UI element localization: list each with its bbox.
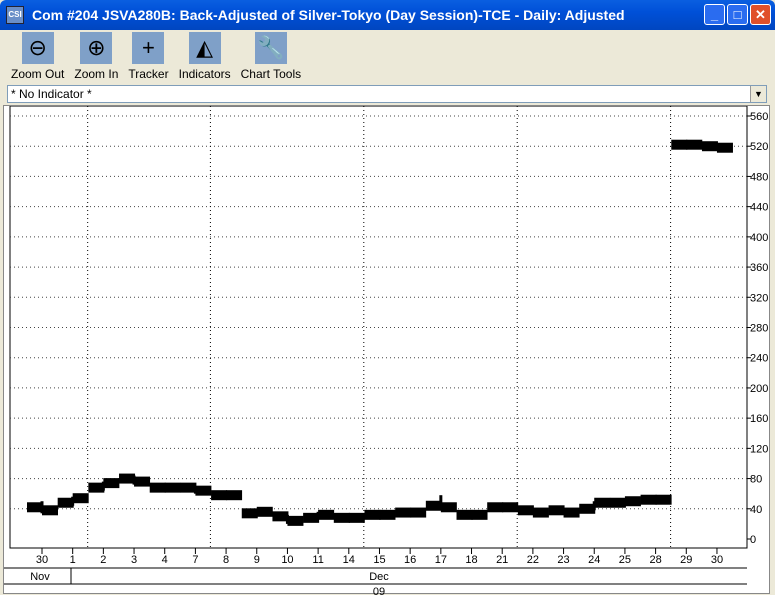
price-bar-close (532, 507, 549, 518)
price-bar-close (471, 509, 488, 520)
x-tick-label: 7 (192, 554, 198, 566)
x-tick-label: 8 (223, 554, 229, 566)
price-chart[interactable]: 0 40 80 120 160 200 240 280 320 360 400 440 480 520 56… (3, 105, 770, 595)
x-tick-label: 17 (435, 554, 447, 566)
price-bar-close (72, 493, 89, 504)
y-tick-label: 40 (750, 504, 762, 516)
price-bar-close (563, 507, 580, 518)
price-bar-close (103, 478, 120, 489)
x-tick-label: 14 (343, 554, 355, 566)
price-bar-close (379, 509, 396, 520)
x-tick-label: 30 (36, 554, 48, 566)
x-tick-label: 28 (649, 554, 661, 566)
price-bar-close (256, 506, 273, 517)
zoom-in-icon: ⊕ (80, 32, 113, 64)
x-tick-label: 24 (588, 554, 600, 566)
toolbar-label: Chart Tools (240, 67, 302, 81)
y-tick-label: 120 (750, 443, 768, 455)
y-tick-label: 480 (750, 171, 768, 183)
x-tick-label: 16 (404, 554, 416, 566)
x-tick-label: 3 (131, 554, 137, 566)
crosshair-icon: + (132, 32, 165, 64)
maximize-button[interactable]: □ (727, 4, 748, 25)
y-tick-label: 0 (750, 534, 756, 546)
y-tick-label: 200 (750, 383, 768, 395)
price-bar-close (716, 142, 733, 153)
y-tick-label: 520 (750, 141, 768, 153)
toolbar-button-zoom-out[interactable]: ⊖ Zoom Out (11, 30, 64, 84)
x-tick-label: 18 (465, 554, 477, 566)
x-tick-label: 30 (711, 554, 723, 566)
price-bar-close (410, 507, 427, 518)
y-tick-label: 440 (750, 202, 768, 214)
toolbar-button-tracker[interactable]: + Tracker (128, 30, 169, 84)
y-tick-label: 160 (750, 413, 768, 425)
toolbar-button-indicators[interactable]: ◭ Indicators (179, 30, 231, 84)
title-bar: CSI Com #204 JSVA280B: Back-Adjusted of … (0, 0, 775, 30)
toolbar-label: Tracker (128, 67, 169, 81)
price-bar-close (624, 496, 641, 507)
month-label: Nov (30, 571, 50, 583)
price-bar-close (594, 497, 611, 508)
close-button[interactable]: ✕ (750, 4, 771, 25)
y-tick-label: 560 (750, 111, 768, 123)
price-bar-close (226, 490, 243, 501)
toolbar-label: Indicators (178, 67, 231, 81)
x-tick-label: 1 (70, 554, 76, 566)
price-bar-close (164, 482, 181, 493)
indicators-icon: ◭ (188, 32, 221, 64)
price-bar-close (318, 509, 335, 520)
x-tick-label: 9 (254, 554, 260, 566)
toolbar-button-zoom-in[interactable]: ⊕ Zoom In (74, 30, 118, 84)
price-bar-close (134, 476, 151, 487)
toolbar: ⊖ Zoom Out ⊕ Zoom In + Tracker ◭ Indicators 🔧 Cha… (3, 30, 772, 84)
x-tick-label: 29 (680, 554, 692, 566)
chevron-down-icon[interactable]: ▼ (750, 86, 766, 102)
minimize-button[interactable]: _ (704, 4, 725, 25)
price-bar-close (348, 512, 365, 523)
price-bar-close (502, 502, 519, 513)
price-bar-close (686, 139, 703, 150)
y-tick-label: 280 (750, 323, 768, 335)
toolbar-label: Zoom Out (11, 67, 65, 81)
price-bar-close (440, 502, 457, 513)
wrench-icon: 🔧 (254, 32, 287, 64)
y-tick-label: 400 (750, 232, 768, 244)
price-bar-close (195, 485, 212, 496)
x-tick-label: 23 (557, 554, 569, 566)
x-tick-label: 25 (619, 554, 631, 566)
x-tick-label: 21 (496, 554, 508, 566)
x-tick-label: 22 (527, 554, 539, 566)
x-tick-label: 4 (162, 554, 168, 566)
y-tick-label: 80 (750, 474, 762, 486)
toolbar-label: Zoom In (74, 67, 119, 81)
price-bar-close (287, 515, 304, 526)
window-title: Com #204 JSVA280B: Back-Adjusted of Silv… (32, 7, 625, 23)
x-tick-label: 10 (281, 554, 293, 566)
chart-svg: 0 40 80 120 160 200 240 280 320 360 400 440 480 520 56… (4, 106, 768, 595)
toolbar-button-chart-tools[interactable]: 🔧 Chart Tools (241, 30, 301, 84)
y-tick-label: 320 (750, 292, 768, 304)
x-tick-label: 15 (373, 554, 385, 566)
price-bar-close (655, 494, 672, 505)
y-tick-label: 240 (750, 353, 768, 365)
indicator-select-value: * No Indicator * (11, 87, 92, 101)
indicator-select[interactable]: * No Indicator * ▼ (7, 85, 767, 103)
month-label: Dec (369, 571, 389, 583)
zoom-out-icon: ⊖ (21, 32, 54, 64)
app-icon: CSI (6, 6, 24, 24)
x-tick-label: 2 (100, 554, 106, 566)
x-tick-label: 11 (312, 554, 323, 566)
price-bar-close (42, 505, 58, 516)
y-tick-label: 360 (750, 262, 768, 274)
